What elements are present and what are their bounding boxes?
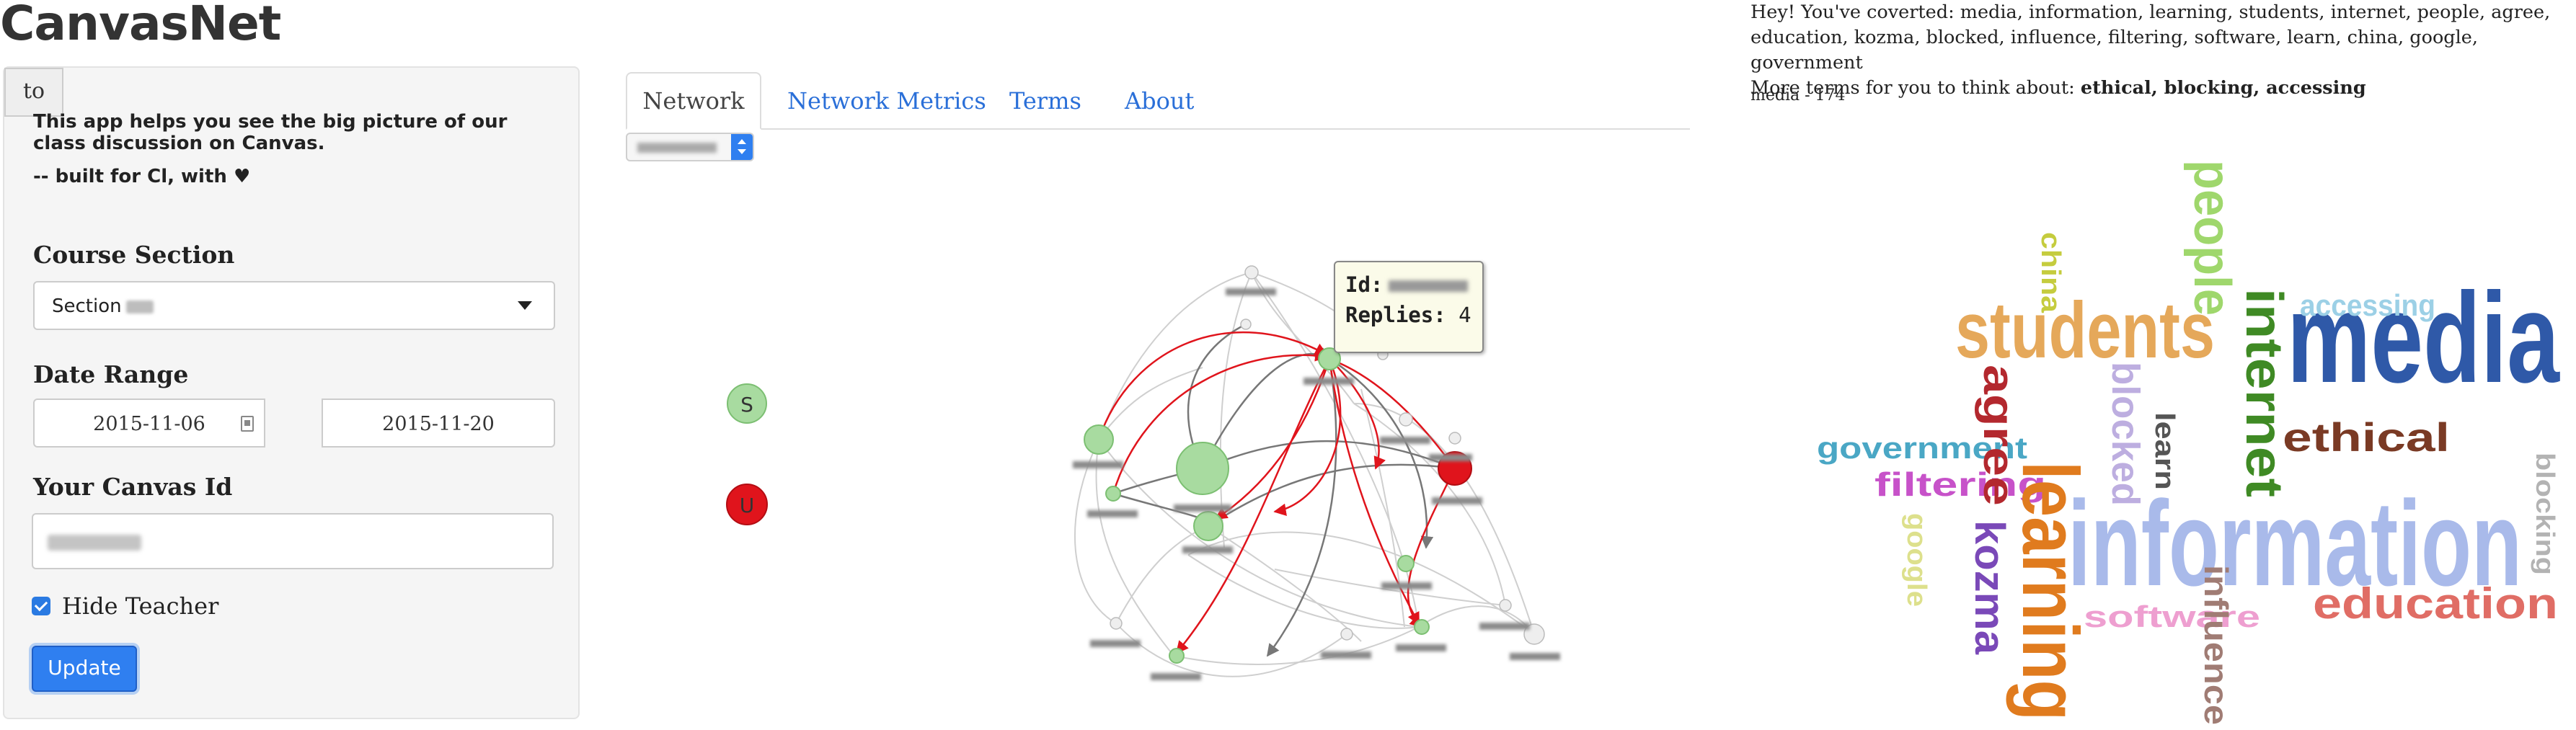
- built-for-text: -- built for Cl, with ♥: [33, 166, 251, 187]
- tab-network[interactable]: Network: [626, 72, 761, 130]
- word-kozma[interactable]: kozma: [1966, 520, 2013, 655]
- legend-node-s[interactable]: S: [727, 383, 767, 424]
- legend-label-u: U: [740, 494, 755, 517]
- word-blocked[interactable]: blocked: [2104, 362, 2147, 506]
- word-cloud[interactable]: media information students education sof…: [1802, 144, 2567, 728]
- network-node[interactable]: [1397, 555, 1415, 572]
- network-edges-dark: [1112, 323, 1456, 657]
- word-students[interactable]: students: [1955, 286, 2215, 375]
- network-node[interactable]: [1105, 486, 1121, 502]
- word-accessing[interactable]: accessing: [2300, 288, 2435, 322]
- canvas-id-label: Your Canvas Id: [33, 473, 233, 501]
- network-node-large[interactable]: [1176, 442, 1229, 495]
- network-node[interactable]: [1240, 319, 1252, 330]
- intro-text: This app helps you see the big picture o…: [33, 111, 508, 154]
- word-china[interactable]: china: [2035, 232, 2066, 313]
- network-node[interactable]: [1414, 619, 1430, 635]
- selected-term-count: media - 174: [1750, 86, 1846, 104]
- redacted-canvas-id: [48, 535, 141, 551]
- hide-teacher-toggle[interactable]: Hide Teacher: [32, 592, 218, 620]
- network-node[interactable]: [1340, 628, 1353, 641]
- word-education[interactable]: education: [2313, 579, 2558, 628]
- word-ethical[interactable]: ethical: [2283, 414, 2450, 460]
- tooltip-replies-key: Replies:: [1345, 303, 1446, 327]
- word-internet[interactable]: internet: [2235, 288, 2293, 497]
- word-google[interactable]: google: [1901, 513, 1931, 607]
- course-section-select[interactable]: Section: [33, 281, 555, 330]
- node-tooltip: Id: Replies: 4: [1334, 261, 1484, 353]
- tab-terms[interactable]: Terms: [1009, 72, 1081, 130]
- network-node[interactable]: [1244, 265, 1259, 280]
- word-agree[interactable]: agree: [1975, 365, 2023, 506]
- tab-about[interactable]: About: [1125, 72, 1194, 130]
- update-button[interactable]: Update: [32, 646, 137, 692]
- terms-summary: Hey! You've coverted: media, information…: [1750, 0, 2569, 101]
- select-stepper-icon[interactable]: [731, 134, 753, 160]
- redacted-section-number: [125, 300, 154, 313]
- tooltip-replies-value: 4: [1459, 303, 1471, 327]
- calendar-icon: [241, 416, 254, 432]
- word-learn[interactable]: learn: [2149, 412, 2179, 490]
- tab-network-metrics[interactable]: Network Metrics: [787, 72, 986, 130]
- course-section-value: Section: [52, 295, 122, 317]
- network-node[interactable]: [1499, 599, 1512, 612]
- network-node[interactable]: [1110, 617, 1123, 630]
- redacted-tooltip-id: [1389, 280, 1469, 292]
- hide-teacher-checkbox[interactable]: [32, 597, 50, 615]
- sidebar-panel: This app helps you see the big picture o…: [3, 66, 580, 719]
- legend-node-u[interactable]: U: [726, 484, 768, 525]
- hide-teacher-label: Hide Teacher: [62, 592, 219, 620]
- network-node[interactable]: [1084, 424, 1114, 455]
- summary-prefix: Hey! You've coverted:: [1750, 1, 1955, 23]
- word-influence[interactable]: influence: [2197, 565, 2235, 725]
- course-section-label: Course Section: [33, 241, 235, 269]
- date-start-value: 2015-11-06: [93, 413, 205, 435]
- network-graph[interactable]: S U: [626, 166, 1693, 728]
- app-title: CanvasNet: [0, 0, 281, 51]
- date-start-input[interactable]: 2015-11-06: [33, 399, 265, 448]
- network-node[interactable]: [1448, 432, 1461, 445]
- legend-label-s: S: [740, 393, 753, 417]
- redacted-node-id: [637, 143, 717, 153]
- date-range-label: Date Range: [33, 360, 189, 388]
- date-end-value: 2015-11-20: [382, 413, 495, 435]
- canvas-id-input[interactable]: [32, 513, 554, 569]
- chevron-down-icon: [518, 301, 532, 310]
- node-id-select[interactable]: [626, 133, 754, 161]
- word-media[interactable]: media: [2287, 266, 2560, 409]
- network-node[interactable]: [1193, 511, 1223, 541]
- more-terms: ethical, blocking, accessing: [2080, 77, 2366, 99]
- word-blocking[interactable]: blocking: [2531, 453, 2560, 575]
- network-node[interactable]: [1399, 412, 1413, 427]
- network-node[interactable]: [1169, 648, 1185, 664]
- tooltip-id-key: Id:: [1345, 272, 1384, 297]
- date-range-separator: to: [4, 68, 63, 117]
- date-end-input[interactable]: 2015-11-20: [322, 399, 555, 448]
- word-people[interactable]: people: [2183, 160, 2241, 316]
